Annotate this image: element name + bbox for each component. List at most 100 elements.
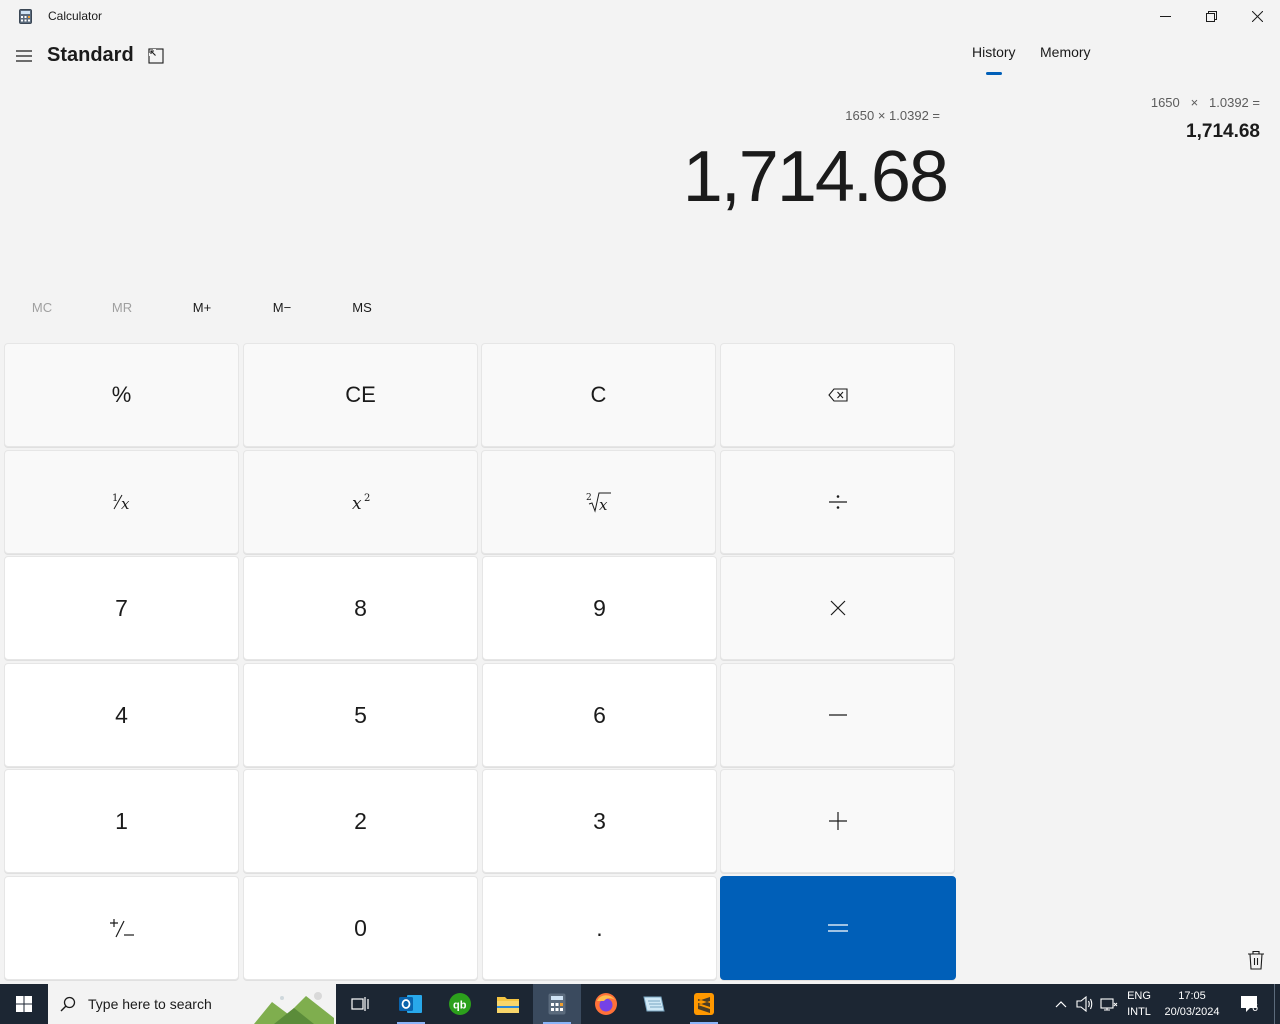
memory-controls: MC MR M+ M− MS — [2, 290, 402, 326]
show-desktop-button[interactable] — [1274, 984, 1280, 1024]
taskbar-calculator[interactable] — [533, 984, 581, 1024]
multiply-icon — [830, 600, 845, 616]
tab-history[interactable]: History — [972, 44, 1016, 60]
percent-button[interactable]: % — [4, 343, 239, 447]
digit-4-button[interactable]: 4 — [4, 663, 239, 767]
firefox-icon — [595, 993, 617, 1015]
digit-2-button[interactable]: 2 — [243, 769, 478, 873]
taskbar: Type here to search qb ENG INTL 17:05 20… — [0, 984, 1280, 1024]
clear-button[interactable]: C — [481, 343, 716, 447]
taskbar-search-box[interactable]: Type here to search — [48, 984, 336, 1024]
input-language-button[interactable]: ENG INTL — [1120, 984, 1158, 1024]
search-icon — [60, 996, 76, 1012]
taskbar-firefox[interactable] — [582, 984, 630, 1024]
clock: 17:05 20/03/2024 — [1164, 988, 1219, 1020]
tab-memory[interactable]: Memory — [1040, 44, 1091, 60]
outlook-icon — [399, 995, 422, 1013]
search-placeholder: Type here to search — [88, 996, 212, 1012]
memory-store-button[interactable]: MS — [322, 290, 402, 326]
notifications-button[interactable]: 6 — [1232, 984, 1266, 1024]
calculator-icon — [548, 993, 566, 1015]
hamburger-icon — [16, 50, 32, 62]
square-root-button[interactable]: 2x — [481, 450, 716, 554]
backspace-icon — [827, 388, 848, 402]
digit-6-button[interactable]: 6 — [482, 663, 717, 767]
file-explorer-icon — [497, 997, 519, 1013]
digit-8-button[interactable]: 8 — [243, 556, 478, 660]
reciprocal-icon: 1x — [112, 493, 130, 513]
taskbar-notepad[interactable] — [630, 984, 678, 1024]
svg-text:qb: qb — [453, 1000, 467, 1012]
divide-icon — [828, 495, 847, 509]
history-result: 1,714.68 — [1186, 121, 1260, 142]
task-view-button[interactable] — [336, 984, 384, 1024]
window-title: Calculator — [48, 9, 103, 23]
divide-button[interactable] — [720, 450, 955, 554]
history-expression: 1650 × 1.0392 = — [1150, 95, 1260, 110]
equals-button[interactable] — [720, 876, 956, 980]
notepad-icon — [643, 996, 665, 1012]
digit-7-button[interactable]: 7 — [4, 556, 239, 660]
quickbooks-icon: qb — [449, 993, 471, 1015]
negate-button[interactable] — [4, 876, 239, 980]
multiply-button[interactable] — [720, 556, 955, 660]
memory-add-button[interactable]: M+ — [162, 290, 242, 326]
digit-5-button[interactable]: 5 — [243, 663, 478, 767]
clock-time: 17:05 — [1178, 990, 1206, 1002]
square-button[interactable]: x2 — [243, 450, 478, 554]
chevron-up-icon — [1055, 1001, 1067, 1008]
show-hidden-icons-button[interactable] — [1050, 984, 1072, 1024]
minus-icon — [828, 714, 847, 716]
navigation-menu-button[interactable] — [12, 42, 36, 70]
svg-text:2: 2 — [364, 493, 370, 504]
restore-button[interactable] — [1188, 0, 1234, 32]
title-bar: Calculator — [0, 0, 1280, 32]
search-highlight-illustration — [254, 992, 334, 1024]
plus-icon — [828, 812, 847, 830]
volume-button[interactable] — [1074, 984, 1096, 1024]
taskbar-quickbooks[interactable]: qb — [436, 984, 484, 1024]
start-button[interactable] — [0, 984, 48, 1024]
add-button[interactable] — [720, 769, 955, 873]
taskbar-sublime-text[interactable] — [680, 984, 728, 1024]
minimize-button[interactable] — [1142, 0, 1188, 32]
clock-button[interactable]: 17:05 20/03/2024 — [1160, 984, 1224, 1024]
memory-clear-button[interactable]: MC — [2, 290, 82, 326]
taskbar-outlook[interactable] — [387, 984, 435, 1024]
memory-subtract-button[interactable]: M− — [242, 290, 322, 326]
decimal-button[interactable]: . — [482, 876, 717, 980]
svg-text:x: x — [599, 496, 608, 514]
plus-minus-icon — [109, 919, 134, 938]
active-tab-indicator — [986, 72, 1002, 75]
calculator-app-icon — [19, 9, 32, 24]
svg-text:x: x — [352, 494, 362, 514]
result-display: 1,714.68 — [682, 137, 949, 217]
memory-recall-button[interactable]: MR — [82, 290, 162, 326]
language-indicator: ENG INTL — [1127, 988, 1151, 1020]
digit-3-button[interactable]: 3 — [482, 769, 717, 873]
keyboard-layout: INTL — [1127, 1006, 1151, 1018]
close-button[interactable] — [1234, 0, 1280, 32]
notification-count: 6 — [1252, 1002, 1259, 1014]
digit-9-button[interactable]: 9 — [482, 556, 717, 660]
volume-icon — [1076, 996, 1093, 1012]
digit-0-button[interactable]: 0 — [243, 876, 478, 980]
subtract-button[interactable] — [720, 663, 955, 767]
minimize-icon — [1159, 15, 1171, 17]
task-view-icon — [351, 997, 369, 1011]
backspace-button[interactable] — [720, 343, 955, 447]
delete-history-icon[interactable] — [1247, 950, 1265, 970]
reciprocal-button[interactable]: 1x — [4, 450, 239, 554]
svg-text:2: 2 — [586, 493, 592, 503]
keep-on-top-button[interactable] — [144, 44, 168, 68]
svg-text:x: x — [121, 495, 130, 513]
network-button[interactable] — [1098, 984, 1120, 1024]
equals-icon — [828, 924, 848, 932]
clock-date: 20/03/2024 — [1164, 1006, 1220, 1018]
close-icon — [1251, 10, 1263, 22]
digit-1-button[interactable]: 1 — [4, 769, 239, 873]
clear-entry-button[interactable]: CE — [243, 343, 478, 447]
taskbar-file-explorer[interactable] — [484, 984, 532, 1024]
network-icon — [1100, 998, 1118, 1011]
history-panel: History Memory 1650 × 1.0392 = 1,714.68 — [960, 32, 1280, 984]
